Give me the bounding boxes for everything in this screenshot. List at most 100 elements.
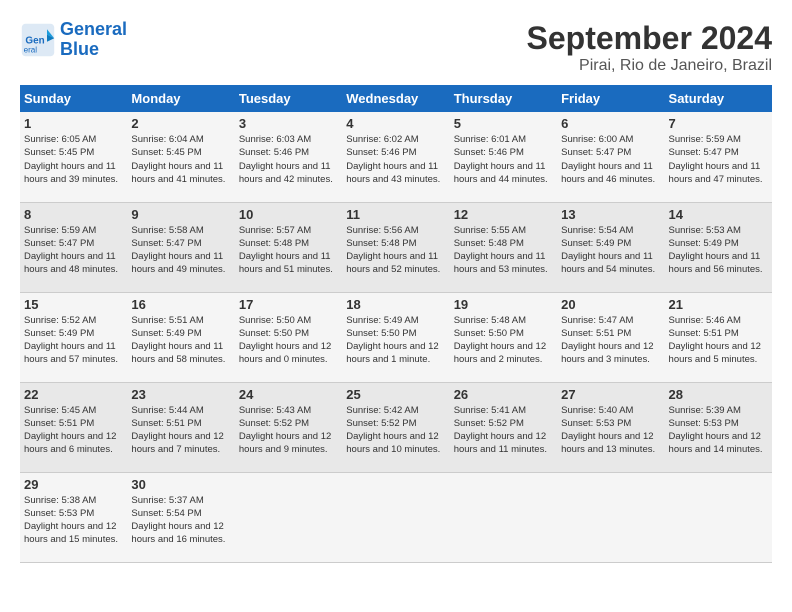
calendar-cell: 26 Sunrise: 5:41 AM Sunset: 5:52 PM Dayl… [450,382,557,472]
calendar-cell: 4 Sunrise: 6:02 AM Sunset: 5:46 PM Dayli… [342,112,449,202]
day-number: 28 [669,387,768,402]
calendar-cell: 16 Sunrise: 5:51 AM Sunset: 5:49 PM Dayl… [127,292,234,382]
calendar-cell: 27 Sunrise: 5:40 AM Sunset: 5:53 PM Dayl… [557,382,664,472]
calendar-cell: 24 Sunrise: 5:43 AM Sunset: 5:52 PM Dayl… [235,382,342,472]
logo-text: General Blue [60,20,127,60]
col-header-monday: Monday [127,85,234,112]
day-number: 10 [239,207,338,222]
day-number: 6 [561,116,660,131]
day-number: 9 [131,207,230,222]
calendar-cell: 28 Sunrise: 5:39 AM Sunset: 5:53 PM Dayl… [665,382,772,472]
calendar-cell: 18 Sunrise: 5:49 AM Sunset: 5:50 PM Dayl… [342,292,449,382]
day-number: 1 [24,116,123,131]
day-number: 24 [239,387,338,402]
day-info: Sunrise: 6:04 AM Sunset: 5:45 PM Dayligh… [131,133,230,186]
calendar-cell: 17 Sunrise: 5:50 AM Sunset: 5:50 PM Dayl… [235,292,342,382]
calendar-cell [235,472,342,562]
day-number: 20 [561,297,660,312]
calendar-cell [557,472,664,562]
day-info: Sunrise: 5:54 AM Sunset: 5:49 PM Dayligh… [561,224,660,277]
calendar-cell: 1 Sunrise: 6:05 AM Sunset: 5:45 PM Dayli… [20,112,127,202]
day-info: Sunrise: 5:38 AM Sunset: 5:53 PM Dayligh… [24,494,123,547]
calendar-cell: 25 Sunrise: 5:42 AM Sunset: 5:52 PM Dayl… [342,382,449,472]
day-info: Sunrise: 5:53 AM Sunset: 5:49 PM Dayligh… [669,224,768,277]
day-info: Sunrise: 6:05 AM Sunset: 5:45 PM Dayligh… [24,133,123,186]
day-info: Sunrise: 6:00 AM Sunset: 5:47 PM Dayligh… [561,133,660,186]
day-number: 14 [669,207,768,222]
calendar-cell [665,472,772,562]
day-number: 30 [131,477,230,492]
calendar-cell: 14 Sunrise: 5:53 AM Sunset: 5:49 PM Dayl… [665,202,772,292]
day-info: Sunrise: 5:41 AM Sunset: 5:52 PM Dayligh… [454,404,553,457]
col-header-friday: Friday [557,85,664,112]
calendar-cell: 13 Sunrise: 5:54 AM Sunset: 5:49 PM Dayl… [557,202,664,292]
calendar-cell: 6 Sunrise: 6:00 AM Sunset: 5:47 PM Dayli… [557,112,664,202]
calendar-cell: 3 Sunrise: 6:03 AM Sunset: 5:46 PM Dayli… [235,112,342,202]
month-title: September 2024 [527,20,772,57]
calendar-cell: 8 Sunrise: 5:59 AM Sunset: 5:47 PM Dayli… [20,202,127,292]
calendar-cell: 11 Sunrise: 5:56 AM Sunset: 5:48 PM Dayl… [342,202,449,292]
calendar-table: SundayMondayTuesdayWednesdayThursdayFrid… [20,85,772,563]
day-info: Sunrise: 6:03 AM Sunset: 5:46 PM Dayligh… [239,133,338,186]
day-number: 2 [131,116,230,131]
day-info: Sunrise: 5:45 AM Sunset: 5:51 PM Dayligh… [24,404,123,457]
day-number: 19 [454,297,553,312]
calendar-week-4: 22 Sunrise: 5:45 AM Sunset: 5:51 PM Dayl… [20,382,772,472]
calendar-cell: 2 Sunrise: 6:04 AM Sunset: 5:45 PM Dayli… [127,112,234,202]
calendar-cell: 22 Sunrise: 5:45 AM Sunset: 5:51 PM Dayl… [20,382,127,472]
day-number: 12 [454,207,553,222]
day-info: Sunrise: 5:56 AM Sunset: 5:48 PM Dayligh… [346,224,445,277]
calendar-cell: 30 Sunrise: 5:37 AM Sunset: 5:54 PM Dayl… [127,472,234,562]
calendar-cell [342,472,449,562]
day-number: 27 [561,387,660,402]
col-header-saturday: Saturday [665,85,772,112]
day-info: Sunrise: 5:50 AM Sunset: 5:50 PM Dayligh… [239,314,338,367]
day-info: Sunrise: 5:58 AM Sunset: 5:47 PM Dayligh… [131,224,230,277]
day-number: 11 [346,207,445,222]
calendar-cell: 23 Sunrise: 5:44 AM Sunset: 5:51 PM Dayl… [127,382,234,472]
day-info: Sunrise: 5:44 AM Sunset: 5:51 PM Dayligh… [131,404,230,457]
day-number: 29 [24,477,123,492]
day-info: Sunrise: 5:52 AM Sunset: 5:49 PM Dayligh… [24,314,123,367]
calendar-cell: 21 Sunrise: 5:46 AM Sunset: 5:51 PM Dayl… [665,292,772,382]
day-info: Sunrise: 5:59 AM Sunset: 5:47 PM Dayligh… [24,224,123,277]
day-info: Sunrise: 5:46 AM Sunset: 5:51 PM Dayligh… [669,314,768,367]
day-number: 22 [24,387,123,402]
location: Pirai, Rio de Janeiro, Brazil [527,57,772,75]
day-number: 21 [669,297,768,312]
calendar-cell: 10 Sunrise: 5:57 AM Sunset: 5:48 PM Dayl… [235,202,342,292]
calendar-cell: 29 Sunrise: 5:38 AM Sunset: 5:53 PM Dayl… [20,472,127,562]
calendar-cell: 15 Sunrise: 5:52 AM Sunset: 5:49 PM Dayl… [20,292,127,382]
day-info: Sunrise: 5:42 AM Sunset: 5:52 PM Dayligh… [346,404,445,457]
day-info: Sunrise: 5:59 AM Sunset: 5:47 PM Dayligh… [669,133,768,186]
day-number: 23 [131,387,230,402]
calendar-cell: 7 Sunrise: 5:59 AM Sunset: 5:47 PM Dayli… [665,112,772,202]
calendar-week-3: 15 Sunrise: 5:52 AM Sunset: 5:49 PM Dayl… [20,292,772,382]
col-header-thursday: Thursday [450,85,557,112]
day-info: Sunrise: 5:47 AM Sunset: 5:51 PM Dayligh… [561,314,660,367]
svg-text:eral: eral [24,45,38,54]
day-number: 5 [454,116,553,131]
calendar-cell: 9 Sunrise: 5:58 AM Sunset: 5:47 PM Dayli… [127,202,234,292]
calendar-cell: 19 Sunrise: 5:48 AM Sunset: 5:50 PM Dayl… [450,292,557,382]
day-number: 16 [131,297,230,312]
day-number: 3 [239,116,338,131]
col-header-sunday: Sunday [20,85,127,112]
day-info: Sunrise: 5:37 AM Sunset: 5:54 PM Dayligh… [131,494,230,547]
day-number: 13 [561,207,660,222]
day-info: Sunrise: 5:43 AM Sunset: 5:52 PM Dayligh… [239,404,338,457]
calendar-cell: 5 Sunrise: 6:01 AM Sunset: 5:46 PM Dayli… [450,112,557,202]
day-info: Sunrise: 5:40 AM Sunset: 5:53 PM Dayligh… [561,404,660,457]
day-number: 18 [346,297,445,312]
calendar-week-1: 1 Sunrise: 6:05 AM Sunset: 5:45 PM Dayli… [20,112,772,202]
col-header-tuesday: Tuesday [235,85,342,112]
calendar-week-2: 8 Sunrise: 5:59 AM Sunset: 5:47 PM Dayli… [20,202,772,292]
day-number: 8 [24,207,123,222]
calendar-cell [450,472,557,562]
day-info: Sunrise: 5:48 AM Sunset: 5:50 PM Dayligh… [454,314,553,367]
day-info: Sunrise: 6:02 AM Sunset: 5:46 PM Dayligh… [346,133,445,186]
logo: Gen eral General Blue [20,20,127,60]
day-info: Sunrise: 5:49 AM Sunset: 5:50 PM Dayligh… [346,314,445,367]
day-number: 4 [346,116,445,131]
day-info: Sunrise: 6:01 AM Sunset: 5:46 PM Dayligh… [454,133,553,186]
